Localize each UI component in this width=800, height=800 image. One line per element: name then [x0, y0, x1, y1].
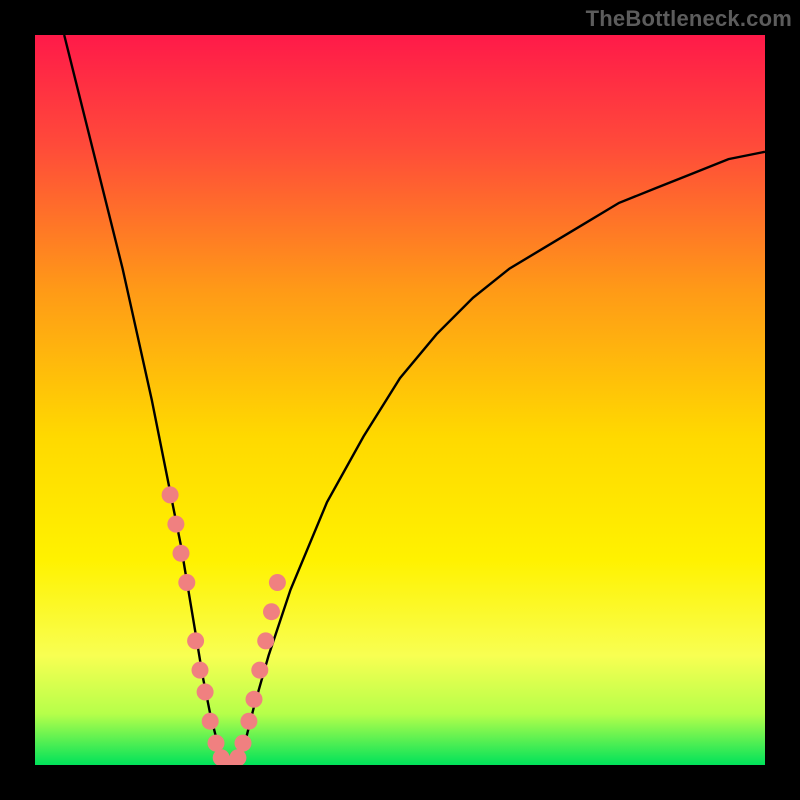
marker-dot — [269, 574, 286, 591]
watermark-text: TheBottleneck.com — [586, 6, 792, 32]
marker-dot — [178, 574, 195, 591]
marker-dot — [187, 632, 204, 649]
bottleneck-chart — [35, 35, 765, 765]
marker-dot — [202, 713, 219, 730]
marker-dot — [251, 662, 268, 679]
chart-frame — [35, 35, 765, 765]
marker-dot — [240, 713, 257, 730]
marker-dot — [257, 632, 274, 649]
gradient-background — [35, 35, 765, 765]
marker-dot — [208, 735, 225, 752]
marker-dot — [192, 662, 209, 679]
marker-dot — [162, 486, 179, 503]
marker-dot — [173, 545, 190, 562]
marker-dot — [235, 735, 252, 752]
marker-dot — [197, 684, 214, 701]
marker-dot — [246, 691, 263, 708]
marker-dot — [167, 516, 184, 533]
marker-dot — [263, 603, 280, 620]
